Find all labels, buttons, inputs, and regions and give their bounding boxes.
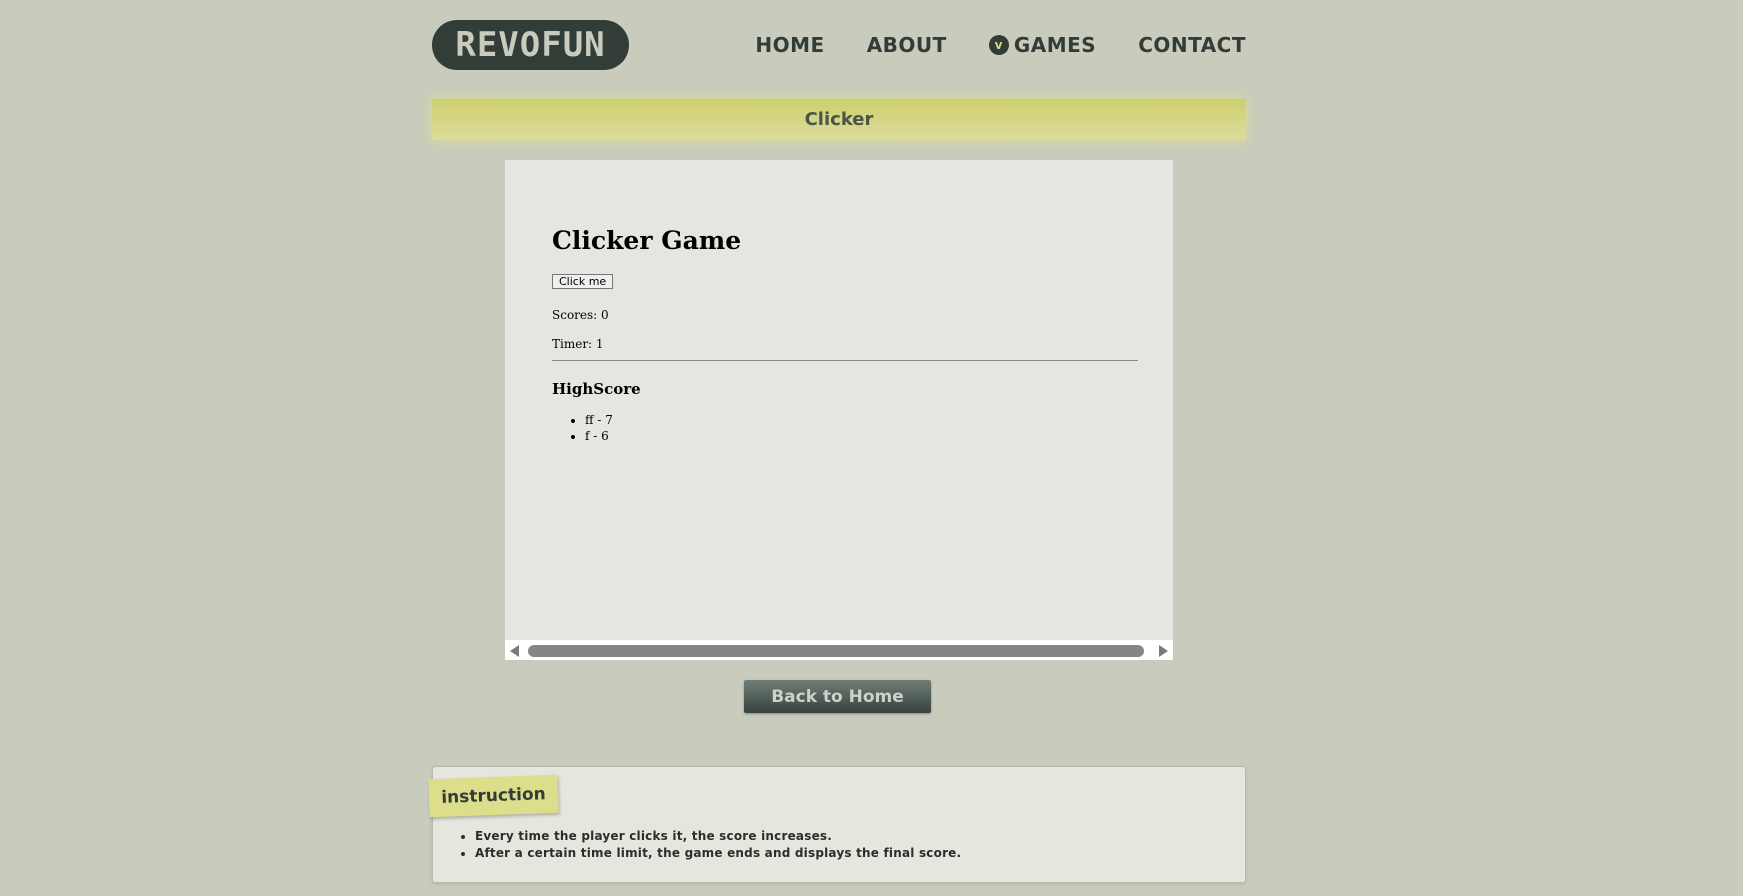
horizontal-scrollbar[interactable] — [505, 641, 1173, 660]
banner-title: Clicker — [804, 109, 874, 130]
nav-games[interactable]: v GAMES — [988, 30, 1097, 60]
page-banner: Clicker — [432, 99, 1246, 140]
game-frame: Clicker Game Click me Scores: 0 Timer: 1… — [505, 160, 1173, 660]
scrollbar-thumb[interactable] — [528, 645, 1144, 657]
instruction-tag: instruction — [428, 774, 559, 818]
instruction-list: Every time the player clicks it, the sco… — [433, 828, 961, 862]
nav-home[interactable]: HOME — [755, 30, 824, 60]
page-wrapper: REVOFUN HOME ABOUT v GAMES CONTACT Click… — [428, 0, 1246, 896]
instruction-item: Every time the player clicks it, the sco… — [475, 828, 961, 845]
highscore-item: ff - 7 — [585, 412, 613, 428]
main-nav: HOME ABOUT v GAMES CONTACT — [755, 30, 1246, 60]
nav-about-label: ABOUT — [866, 33, 947, 57]
nav-home-label: HOME — [755, 33, 825, 57]
back-to-home-button[interactable]: Back to Home — [744, 680, 931, 713]
instruction-item: After a certain time limit, the game end… — [475, 845, 961, 862]
click-me-button[interactable]: Click me — [552, 274, 614, 289]
chevron-down-icon: v — [988, 35, 1009, 55]
site-logo[interactable]: REVOFUN — [432, 20, 629, 70]
nav-contact[interactable]: CONTACT — [1138, 30, 1246, 60]
nav-games-label: GAMES — [1013, 33, 1097, 57]
highscore-title: HighScore — [552, 380, 641, 398]
timer-display: Timer: 1 — [552, 337, 604, 351]
scroll-left-arrow-icon[interactable] — [510, 645, 519, 657]
score-display: Scores: 0 — [552, 308, 609, 322]
game-title: Clicker Game — [552, 226, 742, 255]
highscore-list: ff - 7 f - 6 — [552, 412, 613, 444]
scroll-right-arrow-icon[interactable] — [1159, 645, 1168, 657]
instruction-panel: instruction Every time the player clicks… — [428, 766, 1246, 883]
nav-about[interactable]: ABOUT — [867, 30, 947, 60]
nav-contact-label: CONTACT — [1138, 33, 1246, 57]
highscore-item: f - 6 — [585, 428, 613, 444]
divider — [552, 360, 1138, 361]
game-content: Clicker Game Click me Scores: 0 Timer: 1… — [505, 160, 1173, 640]
